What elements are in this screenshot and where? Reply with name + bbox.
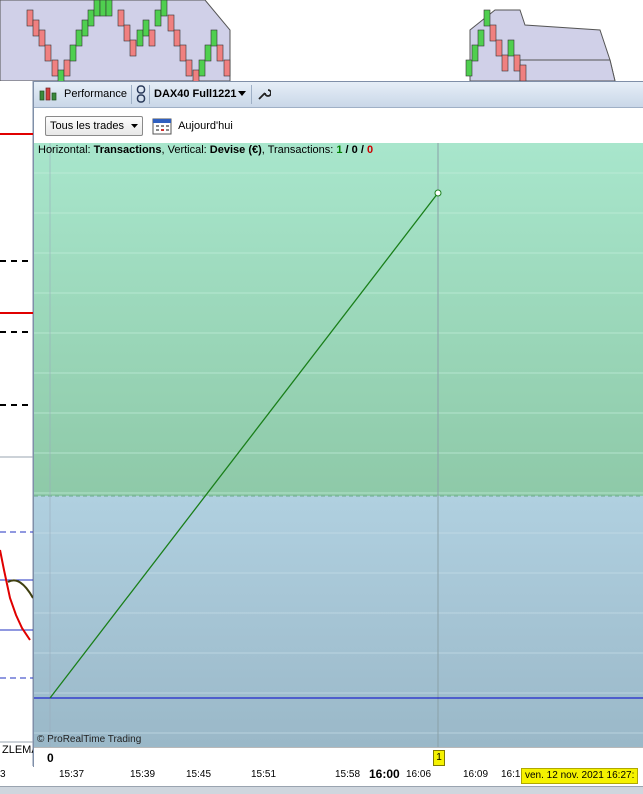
performance-window: Performance DAX40 Full1221 Tous les trad…: [33, 81, 643, 768]
price-candle: [123, 24, 131, 42]
price-candle: [136, 29, 144, 47]
window-title: Performance: [64, 88, 127, 100]
time-tick: 15:45: [186, 769, 212, 780]
price-candle: [26, 9, 34, 27]
chart-info-text: Horizontal: Transactions, Vertical: Devi…: [38, 144, 374, 156]
price-candle: [44, 44, 52, 62]
price-candle: [489, 24, 497, 42]
price-candle: [483, 9, 491, 27]
price-candle: [513, 54, 521, 72]
horizontal-value: Transactions: [93, 144, 162, 156]
price-candle: [154, 9, 162, 27]
watermark: © ProRealTime Trading: [37, 734, 142, 745]
price-candle: [495, 39, 503, 57]
time-tick: 15:51: [251, 769, 277, 780]
today-button[interactable]: Aujourd'hui: [152, 116, 233, 136]
price-candle: [75, 29, 83, 47]
chart-icon[interactable]: [39, 82, 57, 107]
today-label: Aujourd'hui: [178, 120, 233, 132]
transaction-marker[interactable]: 1: [433, 750, 445, 766]
chevron-down-icon: [131, 123, 139, 128]
equity-chart: [34, 143, 643, 747]
time-tick: 15:58: [335, 769, 361, 780]
dropdown-arrow-icon[interactable]: [238, 82, 246, 107]
time-tick: 15:37: [59, 769, 85, 780]
wrench-icon[interactable]: [257, 82, 272, 107]
price-candle: [32, 19, 40, 37]
price-candle: [117, 9, 125, 27]
price-candle: [105, 0, 113, 17]
price-candle: [471, 44, 479, 62]
price-candle: [38, 29, 46, 47]
performance-toolbar: Tous les trades Aujourd'hui: [34, 108, 643, 143]
trades-filter-select[interactable]: Tous les trades: [45, 116, 144, 136]
price-candle: [210, 29, 218, 47]
performance-titlebar: Performance DAX40 Full1221: [34, 82, 643, 108]
price-candle: [519, 64, 527, 82]
time-tick: 16:09: [463, 769, 489, 780]
price-candle: [167, 14, 175, 32]
time-tick: 16:06: [406, 769, 432, 780]
price-candle: [173, 29, 181, 47]
date-badge: ven. 12 nov. 2021 16:27:: [521, 768, 639, 784]
time-tick: 3: [0, 769, 6, 780]
price-candle: [216, 44, 224, 62]
calendar-icon: [152, 118, 172, 135]
price-candle: [501, 54, 509, 72]
trades-filter-value: Tous les trades: [50, 120, 124, 132]
price-candle: [185, 59, 193, 77]
loss-zone: [34, 496, 643, 747]
price-candle: [223, 59, 231, 77]
price-candle: [465, 59, 473, 77]
profit-zone: [34, 143, 643, 496]
equity-point: [434, 189, 442, 197]
price-candle: [63, 59, 71, 77]
price-candle: [142, 19, 150, 37]
price-candle: [507, 39, 515, 57]
price-candle: [179, 44, 187, 62]
transactions-axis: 0 1: [34, 747, 643, 768]
price-candle: [51, 59, 59, 77]
link-icon[interactable]: [136, 82, 146, 107]
price-candle: [148, 29, 156, 47]
vertical-value: Devise (€): [209, 144, 262, 156]
price-candle: [99, 0, 107, 17]
price-candle: [93, 0, 101, 17]
losing-trades-count: 0: [366, 144, 374, 156]
price-candle: [477, 29, 485, 47]
price-candle: [198, 59, 206, 77]
price-candle: [129, 39, 137, 57]
x-tick-zero: 0: [47, 751, 54, 765]
price-candle: [81, 19, 89, 37]
price-candle: [204, 44, 212, 62]
price-candle: [87, 9, 95, 27]
time-tick-bold: 16:00: [369, 767, 400, 781]
price-candle: [69, 44, 77, 62]
time-tick: 15:39: [130, 769, 156, 780]
instrument-selector[interactable]: DAX40 Full1221: [154, 82, 237, 107]
price-candle: [160, 0, 168, 17]
